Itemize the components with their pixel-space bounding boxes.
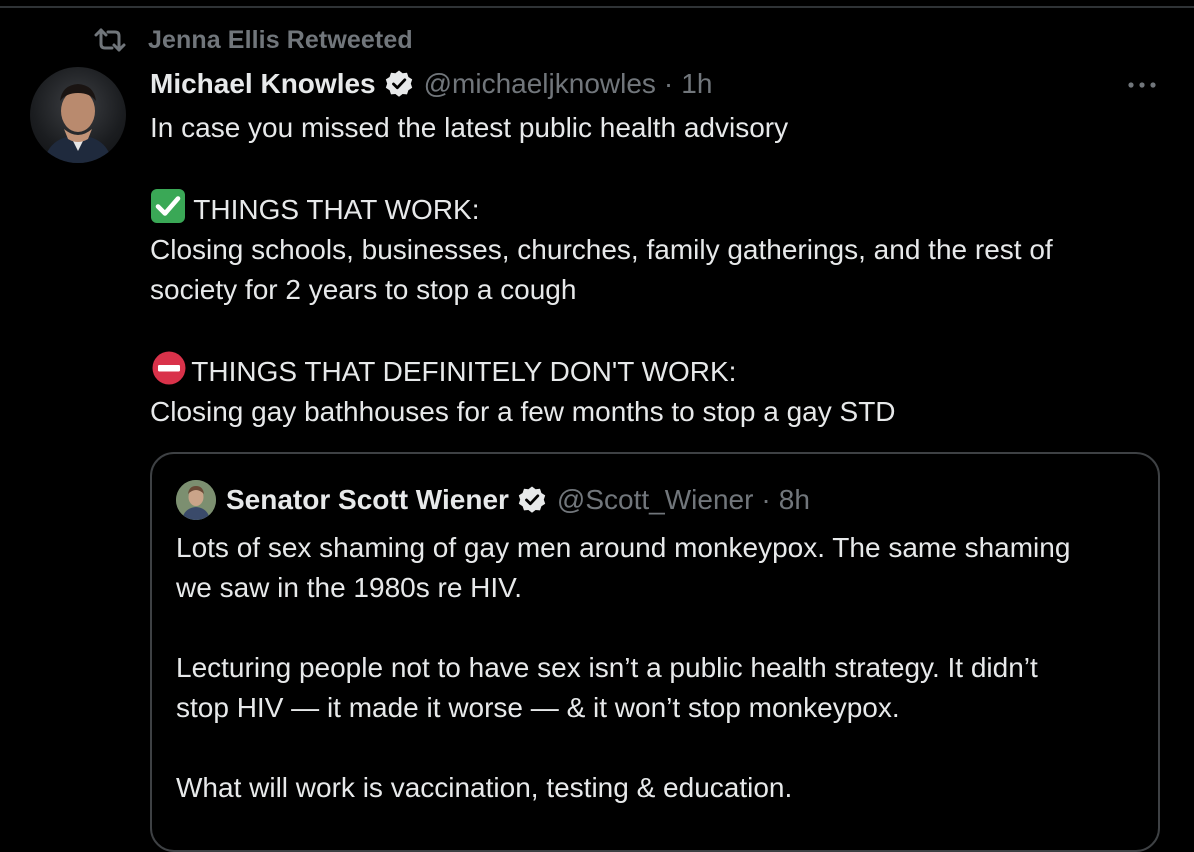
quoted-line-2: we saw in the 1980s re HIV.	[176, 572, 523, 603]
tweet-header: Michael Knowles @michaeljknowles · 1h	[150, 64, 712, 104]
more-horizontal-icon[interactable]	[1124, 70, 1160, 100]
quoted-avatar-image	[176, 480, 216, 520]
verified-badge-icon	[385, 70, 412, 97]
author-avatar[interactable]	[30, 67, 126, 163]
tweet-works-heading-line: THINGS THAT WORK:	[150, 188, 1160, 230]
author-handle[interactable]: @michaeljknowles	[424, 68, 656, 100]
tweet-works-heading: THINGS THAT WORK:	[193, 194, 480, 225]
tweet-dont-heading: THINGS THAT DEFINITELY DON'T WORK:	[191, 356, 737, 387]
tweet-timestamp[interactable]: 1h	[681, 68, 712, 100]
avatar-image	[44, 84, 112, 163]
tweet-works-line-1: Closing schools, businesses, churches, f…	[150, 234, 1053, 265]
quoted-author-handle[interactable]: @Scott_Wiener	[557, 484, 754, 516]
quoted-tweet-card[interactable]: Senator Scott Wiener @Scott_Wiener · 8h …	[150, 452, 1160, 852]
quoted-tweet-text: Lots of sex shaming of gay men around mo…	[176, 528, 1136, 808]
retweet-label: Jenna Ellis Retweeted	[148, 25, 413, 54]
retweet-icon	[94, 28, 126, 52]
quoted-author-avatar[interactable]	[176, 480, 216, 520]
quoted-line-1: Lots of sex shaming of gay men around mo…	[176, 532, 1071, 563]
tweet-works-line-2: society for 2 years to stop a cough	[150, 274, 577, 305]
quoted-tweet-header: Senator Scott Wiener @Scott_Wiener · 8h	[176, 480, 810, 520]
author-name[interactable]: Michael Knowles	[150, 68, 376, 100]
quoted-separator-dot: ·	[761, 484, 771, 515]
quoted-verified-badge-icon	[518, 486, 546, 513]
tweet-line-intro: In case you missed the latest public hea…	[150, 112, 789, 143]
tweet-text: In case you missed the latest public hea…	[150, 108, 1160, 432]
check-mark-emoji	[151, 189, 185, 223]
tweet-dont-heading-line: THINGS THAT DEFINITELY DON'T WORK:	[150, 350, 1160, 392]
quoted-line-4: stop HIV — it made it worse — & it won’t…	[176, 692, 900, 723]
separator-dot: ·	[663, 68, 674, 99]
retweet-context[interactable]: Jenna Ellis Retweeted	[92, 24, 413, 56]
no-entry-emoji	[152, 351, 186, 385]
quoted-timestamp[interactable]: 8h	[779, 484, 810, 516]
quoted-line-3: Lecturing people not to have sex isn’t a…	[176, 652, 1038, 683]
quoted-author-name[interactable]: Senator Scott Wiener	[226, 484, 509, 516]
tweet-dont-line-1: Closing gay bathhouses for a few months …	[150, 396, 896, 427]
quoted-line-5: What will work is vaccination, testing &…	[176, 772, 793, 803]
top-divider	[0, 6, 1194, 8]
